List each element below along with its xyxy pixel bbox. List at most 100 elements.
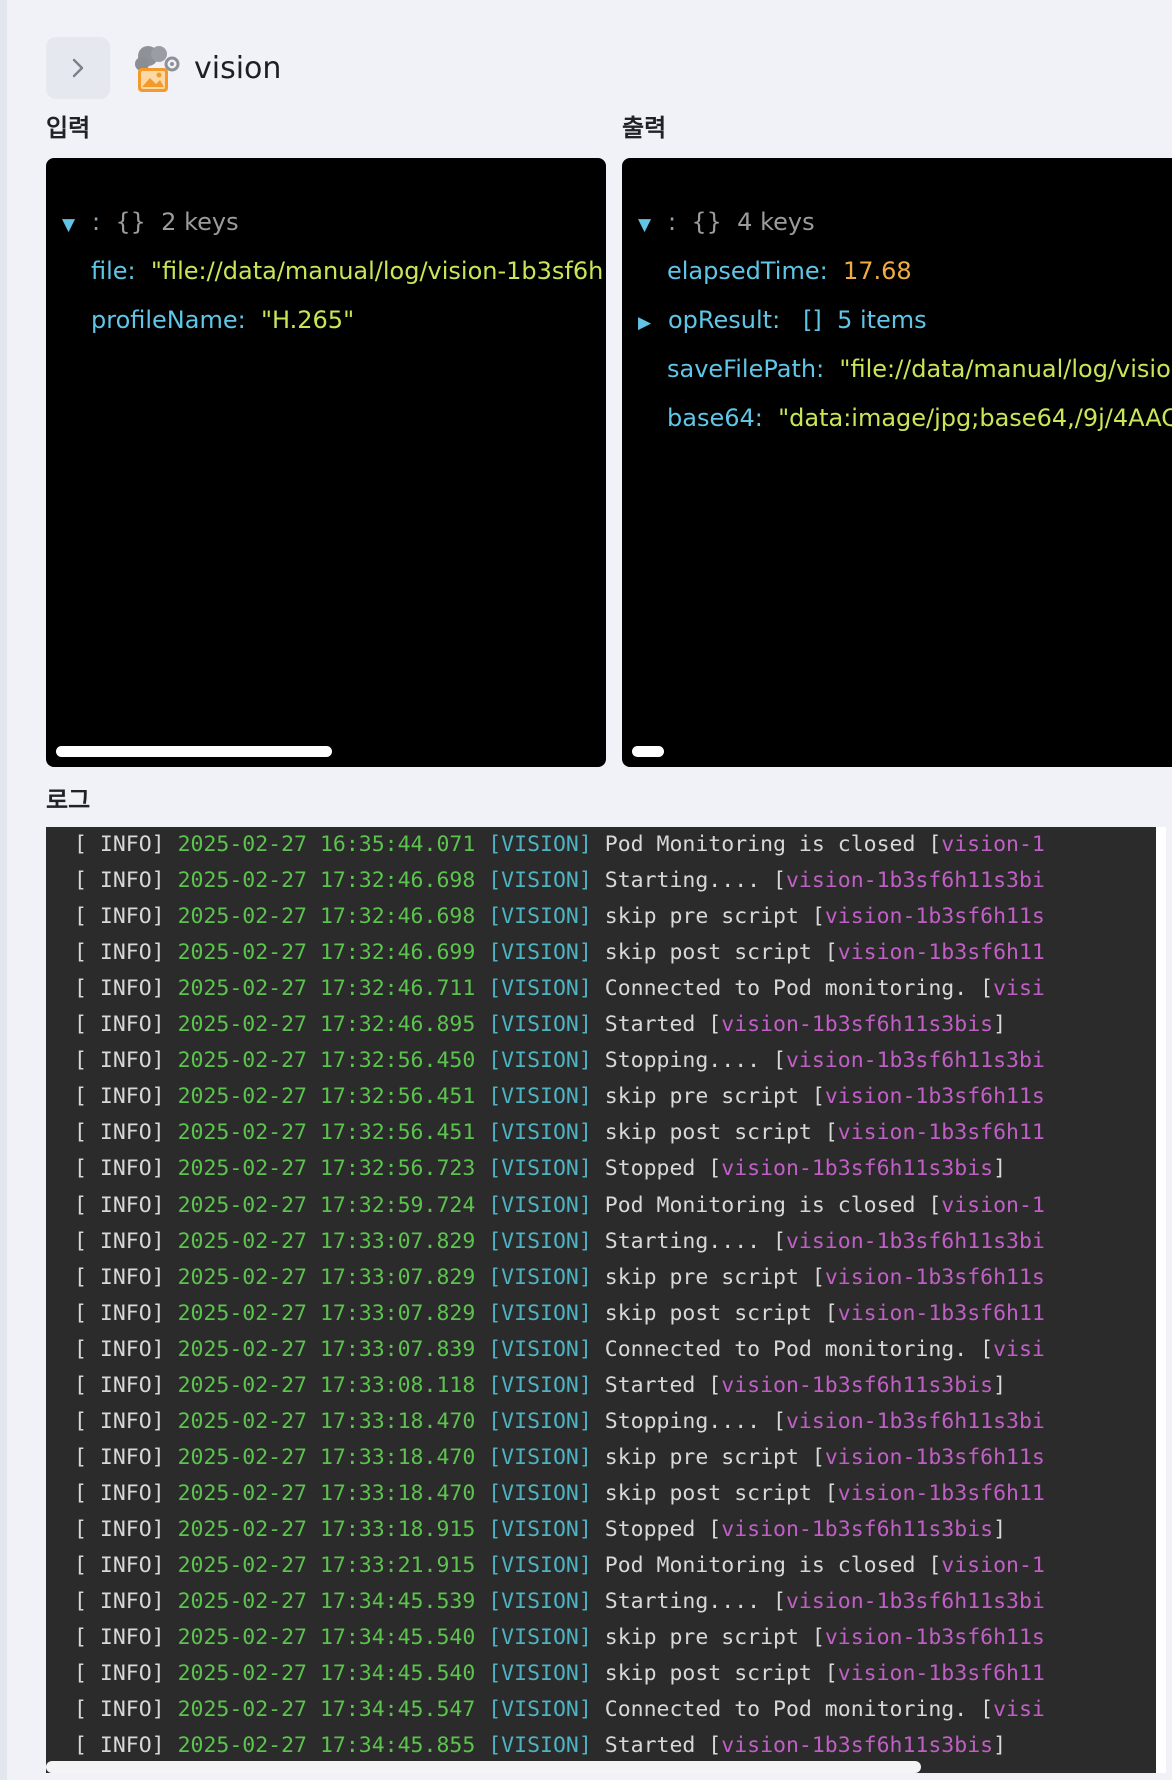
log-timestamp: 2025-02-27 17:34:45.855 <box>177 1733 476 1759</box>
log-message: skip post script [ <box>604 940 838 966</box>
log-timestamp: 2025-02-27 17:33:18.470 <box>177 1480 476 1506</box>
log-level: [ INFO] <box>74 1480 165 1506</box>
log-pod-name: vision-1b3sf6h11s3bis <box>721 1012 994 1038</box>
log-message: Connected to Pod monitoring. [ <box>604 1336 994 1362</box>
log-level: [ INFO] <box>74 1553 165 1578</box>
log-pod-name: vision-1b3sf6h11s3bis <box>721 1516 994 1542</box>
log-pod-name: vision-1 <box>941 1192 1045 1218</box>
log-level: [ INFO] <box>74 1625 165 1651</box>
log-message: Stopping.... [ <box>604 1048 786 1074</box>
node-title: vision <box>194 50 282 86</box>
log-message: Stopping.... [ <box>604 1408 786 1434</box>
left-edge-strip <box>0 0 7 1780</box>
log-message: Starting.... [ <box>604 1589 786 1615</box>
log-line: [ INFO] 2025-02-27 17:33:07.839 [VISION]… <box>74 1332 1045 1368</box>
log-timestamp: 2025-02-27 17:33:21.915 <box>177 1553 476 1578</box>
log-line: [ INFO] 2025-02-27 17:34:45.855 [VISION]… <box>74 1728 1006 1764</box>
log-vertical-scrollbar[interactable] <box>1156 827 1166 1773</box>
log-level: [ INFO] <box>74 1372 165 1398</box>
log-message: skip post script [ <box>604 1300 838 1326</box>
log-pod-name: vision-1b3sf6h11s3bis <box>721 1372 994 1398</box>
log-line: [ INFO] 2025-02-27 17:32:56.451 [VISION]… <box>74 1115 1045 1151</box>
log-tag: [VISION] <box>488 1156 592 1182</box>
output-array-row[interactable]: ▶ opResult: [] 5 items <box>638 305 927 338</box>
log-message: skip post script [ <box>604 1480 838 1506</box>
log-tag: [VISION] <box>488 1048 592 1074</box>
output-json-viewer[interactable]: ▼: {} 4 keys elapsedTime: 17.68 ▶ opResul… <box>622 158 1172 767</box>
log-message: skip post script [ <box>604 1661 838 1687</box>
log-level: [ INFO] <box>74 1661 165 1687</box>
log-line: [ INFO] 2025-02-27 17:32:46.698 [VISION]… <box>74 899 1045 935</box>
log-console[interactable]: [ INFO] 2025-02-27 16:35:44.071 [VISION]… <box>46 827 1166 1773</box>
log-tag: [VISION] <box>488 1228 592 1254</box>
log-pod-name: vision-1b3sf6h11s <box>824 1625 1045 1651</box>
log-message: skip pre script [ <box>604 1264 825 1290</box>
log-tag: [VISION] <box>488 1661 592 1687</box>
log-line: [ INFO] 2025-02-27 17:32:56.450 [VISION]… <box>74 1043 1045 1079</box>
log-message: Stopped [ <box>604 1156 722 1182</box>
log-level: [ INFO] <box>74 904 165 930</box>
log-tag: [VISION] <box>488 1012 592 1038</box>
log-tag: [VISION] <box>488 976 592 1002</box>
log-pod-name: vision-1b3sf6h11 <box>837 1120 1045 1146</box>
log-tag: [VISION] <box>488 1516 592 1542</box>
log-line: [ INFO] 2025-02-27 17:32:46.699 [VISION]… <box>74 935 1045 971</box>
input-field-row: profileName: "H.265" <box>91 306 355 334</box>
log-tag: [VISION] <box>488 1589 592 1615</box>
log-line: [ INFO] 2025-02-27 17:34:45.539 [VISION]… <box>74 1584 1045 1620</box>
log-timestamp: 2025-02-27 17:33:18.915 <box>177 1516 476 1542</box>
log-timestamp: 2025-02-27 17:32:46.711 <box>177 976 476 1002</box>
log-level: [ INFO] <box>74 1408 165 1434</box>
log-level: [ INFO] <box>74 1120 165 1146</box>
log-message: Connected to Pod monitoring. [ <box>604 1697 994 1723</box>
log-tag: [VISION] <box>488 1480 592 1506</box>
log-timestamp: 2025-02-27 17:33:07.829 <box>177 1228 476 1254</box>
log-level: [ INFO] <box>74 1300 165 1326</box>
log-pod-name: vision-1b3sf6h11s3bi <box>785 1228 1045 1254</box>
log-timestamp: 2025-02-27 17:32:56.451 <box>177 1084 476 1110</box>
log-message: Started [ <box>604 1733 722 1759</box>
log-message: Starting.... [ <box>604 868 786 894</box>
log-label: 로그 <box>46 786 91 814</box>
log-level: [ INFO] <box>74 832 165 857</box>
log-line: [ INFO] 2025-02-27 17:33:18.470 [VISION]… <box>74 1476 1045 1512</box>
brain-gear-image-icon <box>128 42 182 94</box>
log-timestamp: 2025-02-27 17:32:46.895 <box>177 1012 476 1038</box>
log-tag: [VISION] <box>488 940 592 966</box>
log-horizontal-scrollbar[interactable] <box>46 1761 921 1773</box>
log-timestamp: 2025-02-27 17:32:46.699 <box>177 940 476 966</box>
log-message: skip post script [ <box>604 1120 838 1146</box>
log-timestamp: 2025-02-27 17:33:07.829 <box>177 1300 476 1326</box>
log-level: [ INFO] <box>74 976 165 1002</box>
log-line: [ INFO] 2025-02-27 17:33:07.829 [VISION]… <box>74 1260 1045 1296</box>
expand-triangle-icon[interactable]: ▶ <box>638 308 668 338</box>
log-message-end: ] <box>993 1156 1007 1182</box>
log-pod-name: vision-1b3sf6h11s3bi <box>785 868 1045 894</box>
output-root-row[interactable]: ▼: {} 4 keys <box>638 207 815 240</box>
log-level: [ INFO] <box>74 1733 165 1759</box>
log-level: [ INFO] <box>74 1156 165 1182</box>
input-json-viewer[interactable]: ▼: {} 2 keys file: "file://data/manual/l… <box>46 158 606 767</box>
log-message: Started [ <box>604 1012 722 1038</box>
log-timestamp: 2025-02-27 17:32:56.450 <box>177 1048 476 1074</box>
log-tag: [VISION] <box>488 1192 592 1218</box>
collapse-triangle-icon[interactable]: ▼ <box>62 210 92 240</box>
log-line: [ INFO] 2025-02-27 17:33:18.915 [VISION]… <box>74 1512 1006 1548</box>
input-root-row[interactable]: ▼: {} 2 keys <box>62 207 239 240</box>
expand-button[interactable] <box>46 37 110 99</box>
log-pod-name: vision-1 <box>941 832 1045 857</box>
log-timestamp: 2025-02-27 17:33:08.118 <box>177 1372 476 1398</box>
node-header: vision <box>46 37 281 99</box>
log-timestamp: 2025-02-27 17:34:45.540 <box>177 1661 476 1687</box>
log-tag: [VISION] <box>488 1120 592 1146</box>
collapse-triangle-icon[interactable]: ▼ <box>638 210 668 240</box>
log-tag: [VISION] <box>488 904 592 930</box>
log-message: Connected to Pod monitoring. [ <box>604 976 994 1002</box>
log-pod-name: vision-1b3sf6h11s3bis <box>721 1156 994 1182</box>
output-horizontal-scrollbar[interactable] <box>632 746 664 757</box>
log-timestamp: 2025-02-27 17:32:46.698 <box>177 868 476 894</box>
log-line: [ INFO] 2025-02-27 17:32:56.723 [VISION]… <box>74 1151 1006 1187</box>
log-timestamp: 2025-02-27 17:32:46.698 <box>177 904 476 930</box>
log-timestamp: 2025-02-27 17:33:07.829 <box>177 1264 476 1290</box>
input-horizontal-scrollbar[interactable] <box>56 746 332 757</box>
